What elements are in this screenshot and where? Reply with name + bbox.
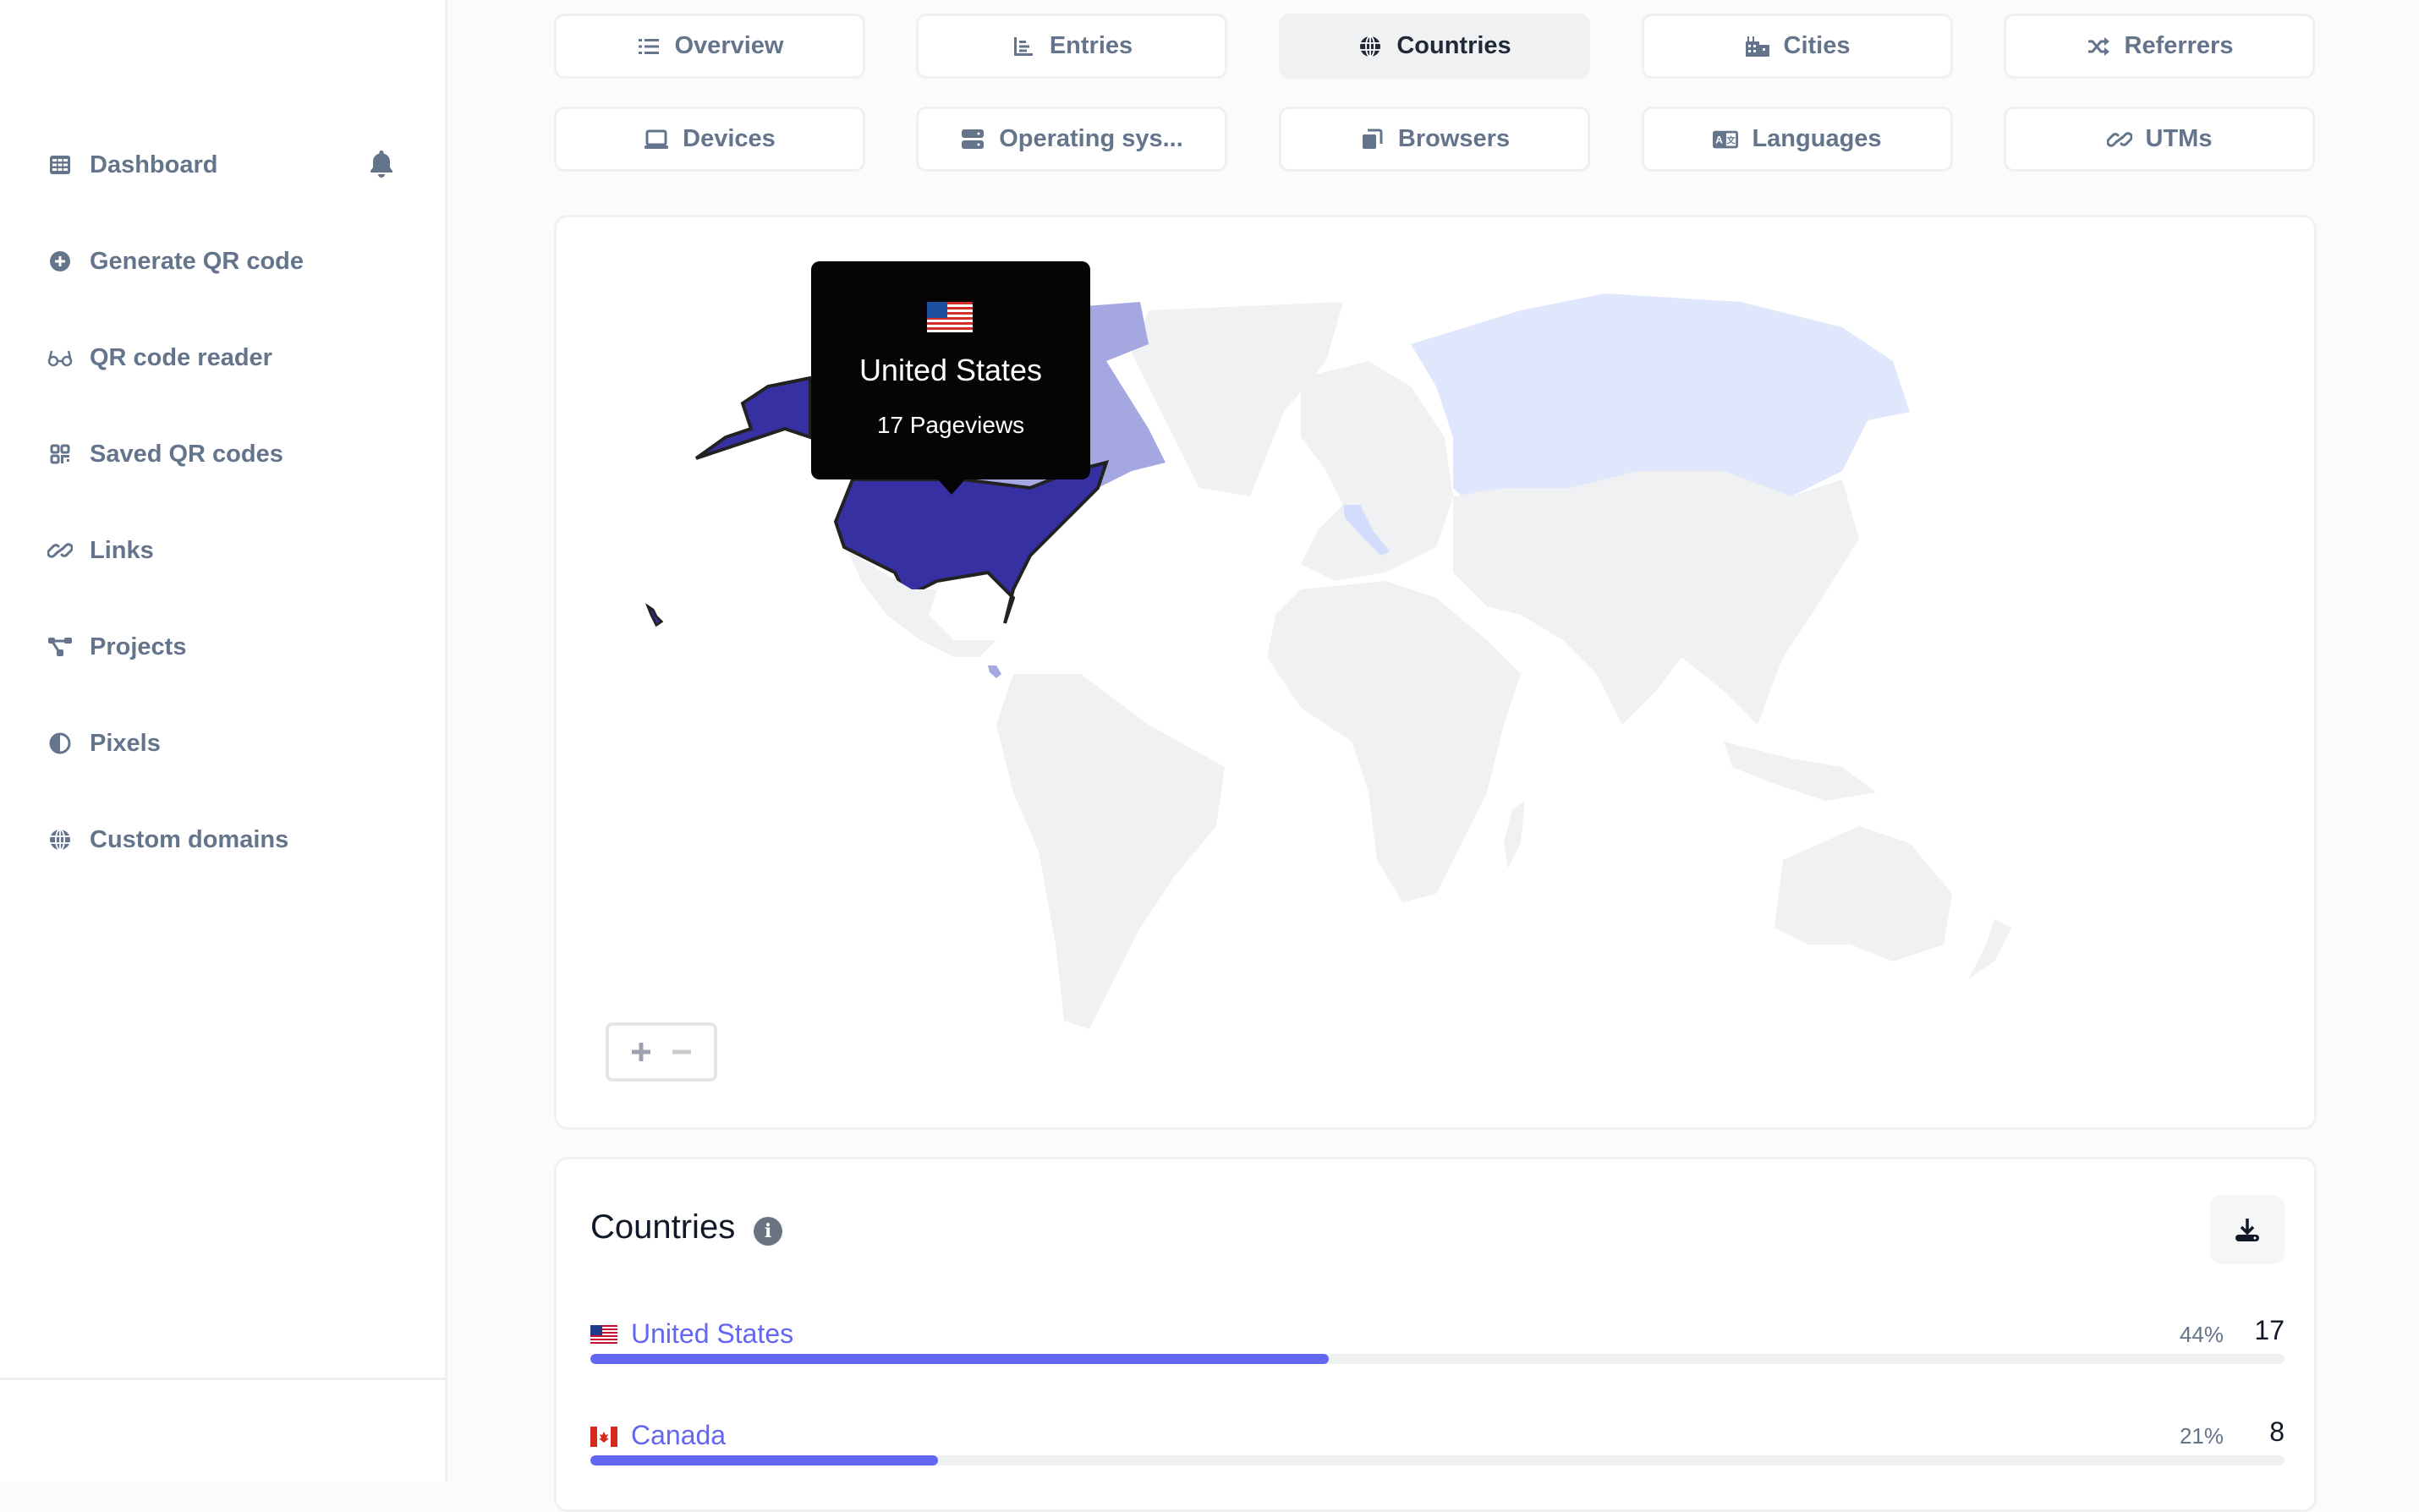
country-madagascar[interactable]	[1504, 801, 1525, 868]
tab-label: Operating sys...	[999, 125, 1183, 152]
country-name-link[interactable]: United States	[631, 1318, 793, 1350]
bell-icon[interactable]	[367, 149, 398, 179]
sidebar-item-label: Links	[90, 536, 154, 564]
tab-languages[interactable]: A文 Languages	[1642, 107, 1953, 172]
country-percent: 44%	[2179, 1322, 2224, 1347]
progress-track	[590, 1354, 2285, 1364]
sidebar-item-label: Generate QR code	[90, 247, 304, 275]
laptop-icon	[644, 127, 669, 152]
country-united-states-alaska[interactable]	[694, 375, 812, 460]
random-icon	[2086, 34, 2111, 59]
country-united-states-hawaii[interactable]	[645, 603, 664, 627]
tab-overview[interactable]: Overview	[554, 14, 865, 79]
download-icon	[2235, 1219, 2259, 1241]
us-flag-icon	[927, 302, 973, 332]
tab-entries[interactable]: Entries	[916, 14, 1227, 79]
zoom-out-button[interactable]	[671, 1041, 693, 1063]
tab-browsers[interactable]: Browsers	[1279, 107, 1590, 172]
sidebar-item-pixels[interactable]: Pixels	[47, 718, 161, 769]
map-tooltip: United States 17 Pageviews	[811, 261, 1090, 495]
globe-icon	[47, 827, 73, 852]
tab-label: Countries	[1396, 32, 1511, 59]
sidebar-item-label: Projects	[90, 633, 187, 660]
sidebar-item-label: Custom domains	[90, 825, 289, 853]
sidebar-item-label: Dashboard	[90, 151, 218, 178]
glasses-icon	[47, 345, 73, 370]
link-icon	[47, 538, 73, 563]
sidebar-item-projects[interactable]: Projects	[47, 622, 186, 672]
tab-label: Referrers	[2124, 32, 2234, 59]
adjust-icon	[47, 731, 73, 756]
sidebar: Dashboard Generate QR code QR code reade…	[0, 0, 447, 1482]
countries-title: Countries	[590, 1208, 736, 1246]
svg-text:文: 文	[1726, 134, 1736, 145]
tab-label: Cities	[1783, 32, 1851, 59]
map-zoom-controls	[606, 1022, 717, 1082]
chart-bar-icon	[1011, 34, 1036, 59]
tab-label: Entries	[1049, 32, 1133, 59]
tab-label: UTMs	[2145, 125, 2213, 152]
tab-cities[interactable]: Cities	[1642, 14, 1953, 79]
progress-fill	[590, 1354, 1330, 1364]
diagram-project-icon	[47, 634, 73, 660]
tab-countries[interactable]: Countries	[1279, 14, 1590, 79]
download-button[interactable]	[2210, 1195, 2285, 1264]
country-count: 17	[2254, 1315, 2285, 1345]
zoom-in-button[interactable]	[630, 1041, 652, 1063]
us-flag-icon	[590, 1325, 617, 1345]
continent-south-america[interactable]	[996, 674, 1225, 1029]
language-icon: A文	[1713, 127, 1739, 152]
window-restore-icon	[1359, 127, 1385, 152]
ca-flag-icon	[590, 1427, 617, 1447]
sidebar-item-label: Saved QR codes	[90, 440, 283, 468]
country-name-link[interactable]: Canada	[631, 1420, 726, 1451]
country-new-zealand[interactable]	[1969, 919, 2011, 978]
tab-referrers[interactable]: Referrers	[2004, 14, 2315, 79]
country-percent: 21%	[2179, 1423, 2224, 1449]
sidebar-item-dashboard[interactable]: Dashboard	[47, 140, 217, 190]
country-costa-rica[interactable]	[988, 666, 1001, 678]
progress-fill	[590, 1455, 938, 1465]
country-row: Canada 21% 8	[590, 1415, 2285, 1499]
sidebar-item-custom-domains[interactable]: Custom domains	[47, 814, 288, 865]
table-cells-icon	[47, 152, 73, 178]
info-circle-icon[interactable]: i	[754, 1217, 782, 1246]
globe-icon	[1358, 34, 1383, 59]
tab-label: Browsers	[1397, 125, 1511, 152]
continent-africa[interactable]	[1267, 581, 1521, 902]
link-icon	[2106, 127, 2132, 152]
sidebar-item-saved-qr-codes[interactable]: Saved QR codes	[47, 429, 283, 479]
country-australia[interactable]	[1774, 826, 1952, 961]
country-row: United States 44% 17	[590, 1313, 2285, 1398]
sidebar-item-links[interactable]: Links	[47, 525, 154, 576]
progress-track	[590, 1455, 2285, 1465]
sidebar-item-label: QR code reader	[90, 343, 272, 371]
sidebar-item-generate-qr-code[interactable]: Generate QR code	[47, 236, 304, 287]
tooltip-country-name: United States	[858, 353, 1043, 387]
tab-label: Languages	[1752, 125, 1882, 152]
tab-operating-systems[interactable]: Operating sys...	[916, 107, 1227, 172]
country-count: 8	[2269, 1416, 2285, 1447]
sidebar-divider	[0, 1378, 447, 1380]
server-icon	[960, 127, 985, 152]
minus-icon	[672, 1049, 691, 1055]
tab-devices[interactable]: Devices	[554, 107, 865, 172]
plus-icon	[632, 1043, 650, 1061]
region-indonesia[interactable]	[1724, 742, 1876, 801]
tab-utms[interactable]: UTMs	[2004, 107, 2315, 172]
list-icon	[636, 34, 661, 59]
sidebar-item-label: Pixels	[90, 729, 161, 757]
world-map-card: United States 17 Pageviews	[554, 215, 2317, 1130]
qrcode-icon	[47, 441, 73, 467]
city-icon	[1745, 34, 1770, 59]
plus-circle-icon	[47, 249, 73, 274]
tab-label: Devices	[683, 125, 776, 152]
tab-label: Overview	[674, 32, 784, 59]
tooltip-pageviews: 17 Pageviews	[876, 412, 1025, 438]
countries-list-card: Countries i United States 44% 17 Canada …	[554, 1157, 2317, 1512]
svg-text:A: A	[1716, 134, 1724, 145]
sidebar-item-qr-code-reader[interactable]: QR code reader	[47, 332, 272, 383]
